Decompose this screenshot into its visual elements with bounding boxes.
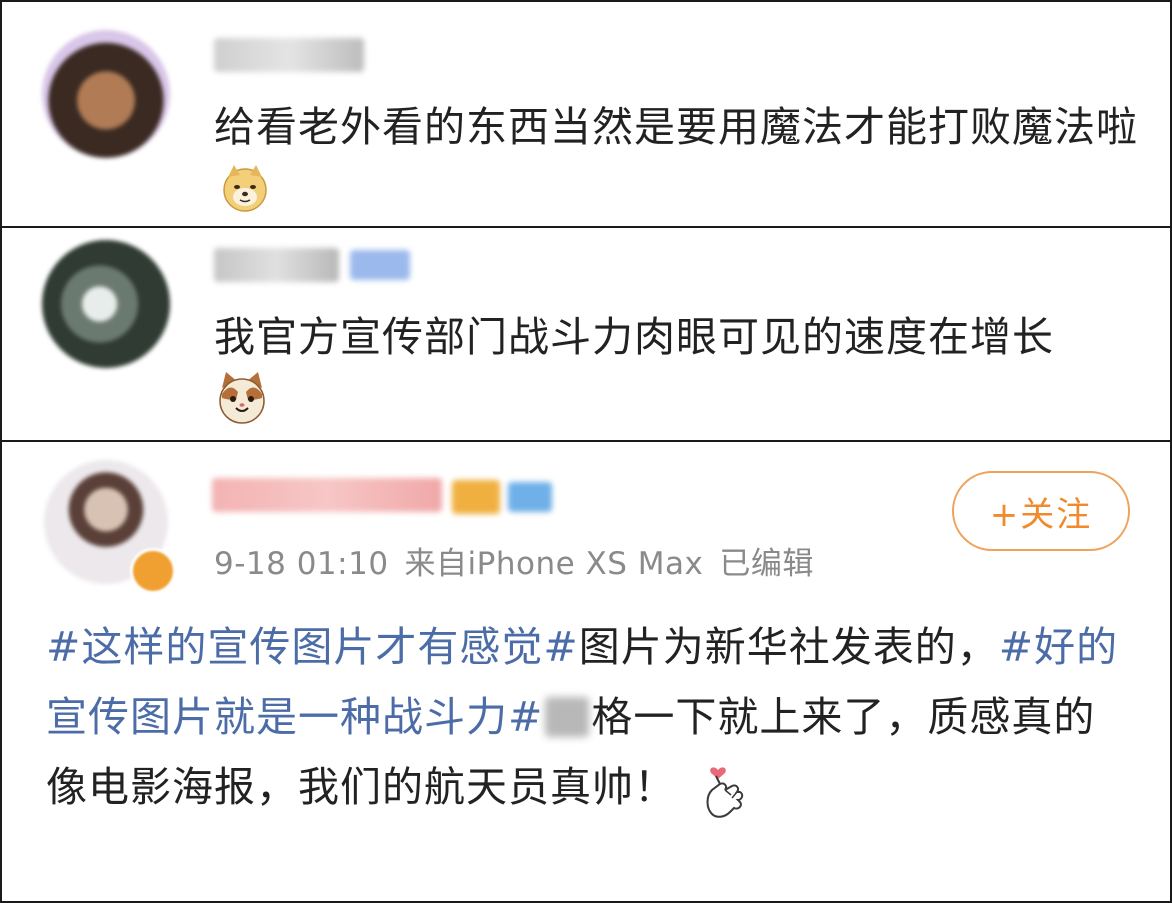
comment-text-block: 给看老外看的东西当然是要用魔法才能打败魔法啦 <box>214 98 1144 214</box>
comment-card: 给看老外看的东西当然是要用魔法才能打败魔法啦 <box>0 0 1172 228</box>
finger-heart-emoji-icon <box>702 762 746 818</box>
cat-emoji-icon <box>214 370 270 426</box>
hashtag-link[interactable]: #这样的宣传图片才有感觉# <box>46 623 579 671</box>
avatar[interactable] <box>42 240 170 368</box>
edited-label: 已编辑 <box>719 546 814 582</box>
member-badge-icon <box>350 250 410 280</box>
username[interactable] <box>214 38 364 72</box>
verified-badge-icon <box>130 548 176 594</box>
doge-emoji-icon <box>220 163 270 213</box>
post-source: 来自iPhone XS Max <box>404 546 704 582</box>
username[interactable] <box>212 478 442 512</box>
post-body: #这样的宣传图片才有感觉#图片为新华社发表的，#好的宣传图片就是一种战斗力# 格一… <box>46 612 1136 822</box>
post-text: 图片为新华社发表的， <box>578 623 999 671</box>
weibo-post: +关注 9-18 01:10 来自iPhone XS Max 已编辑 #这样的宣传图… <box>0 440 1172 903</box>
post-timestamp: 9-18 01:10 <box>214 546 389 582</box>
comment-text: 给看老外看的东西当然是要用魔法才能打败魔法啦 <box>214 103 1138 151</box>
comment-text: 我官方宣传部门战斗力肉眼可见的速度在增长 <box>214 313 1054 361</box>
follow-button[interactable]: +关注 <box>952 471 1130 551</box>
avatar[interactable] <box>42 30 170 158</box>
comment-text-block: 我官方宣传部门战斗力肉眼可见的速度在增长 <box>214 308 1144 366</box>
username[interactable] <box>214 248 339 282</box>
masked-word <box>545 697 590 737</box>
post-meta: 9-18 01:10 来自iPhone XS Max 已编辑 <box>214 538 830 583</box>
vip-badge-icon <box>452 480 500 514</box>
comment-card: 我官方宣传部门战斗力肉眼可见的速度在增长 <box>0 226 1172 442</box>
level-badge-icon <box>508 482 552 512</box>
